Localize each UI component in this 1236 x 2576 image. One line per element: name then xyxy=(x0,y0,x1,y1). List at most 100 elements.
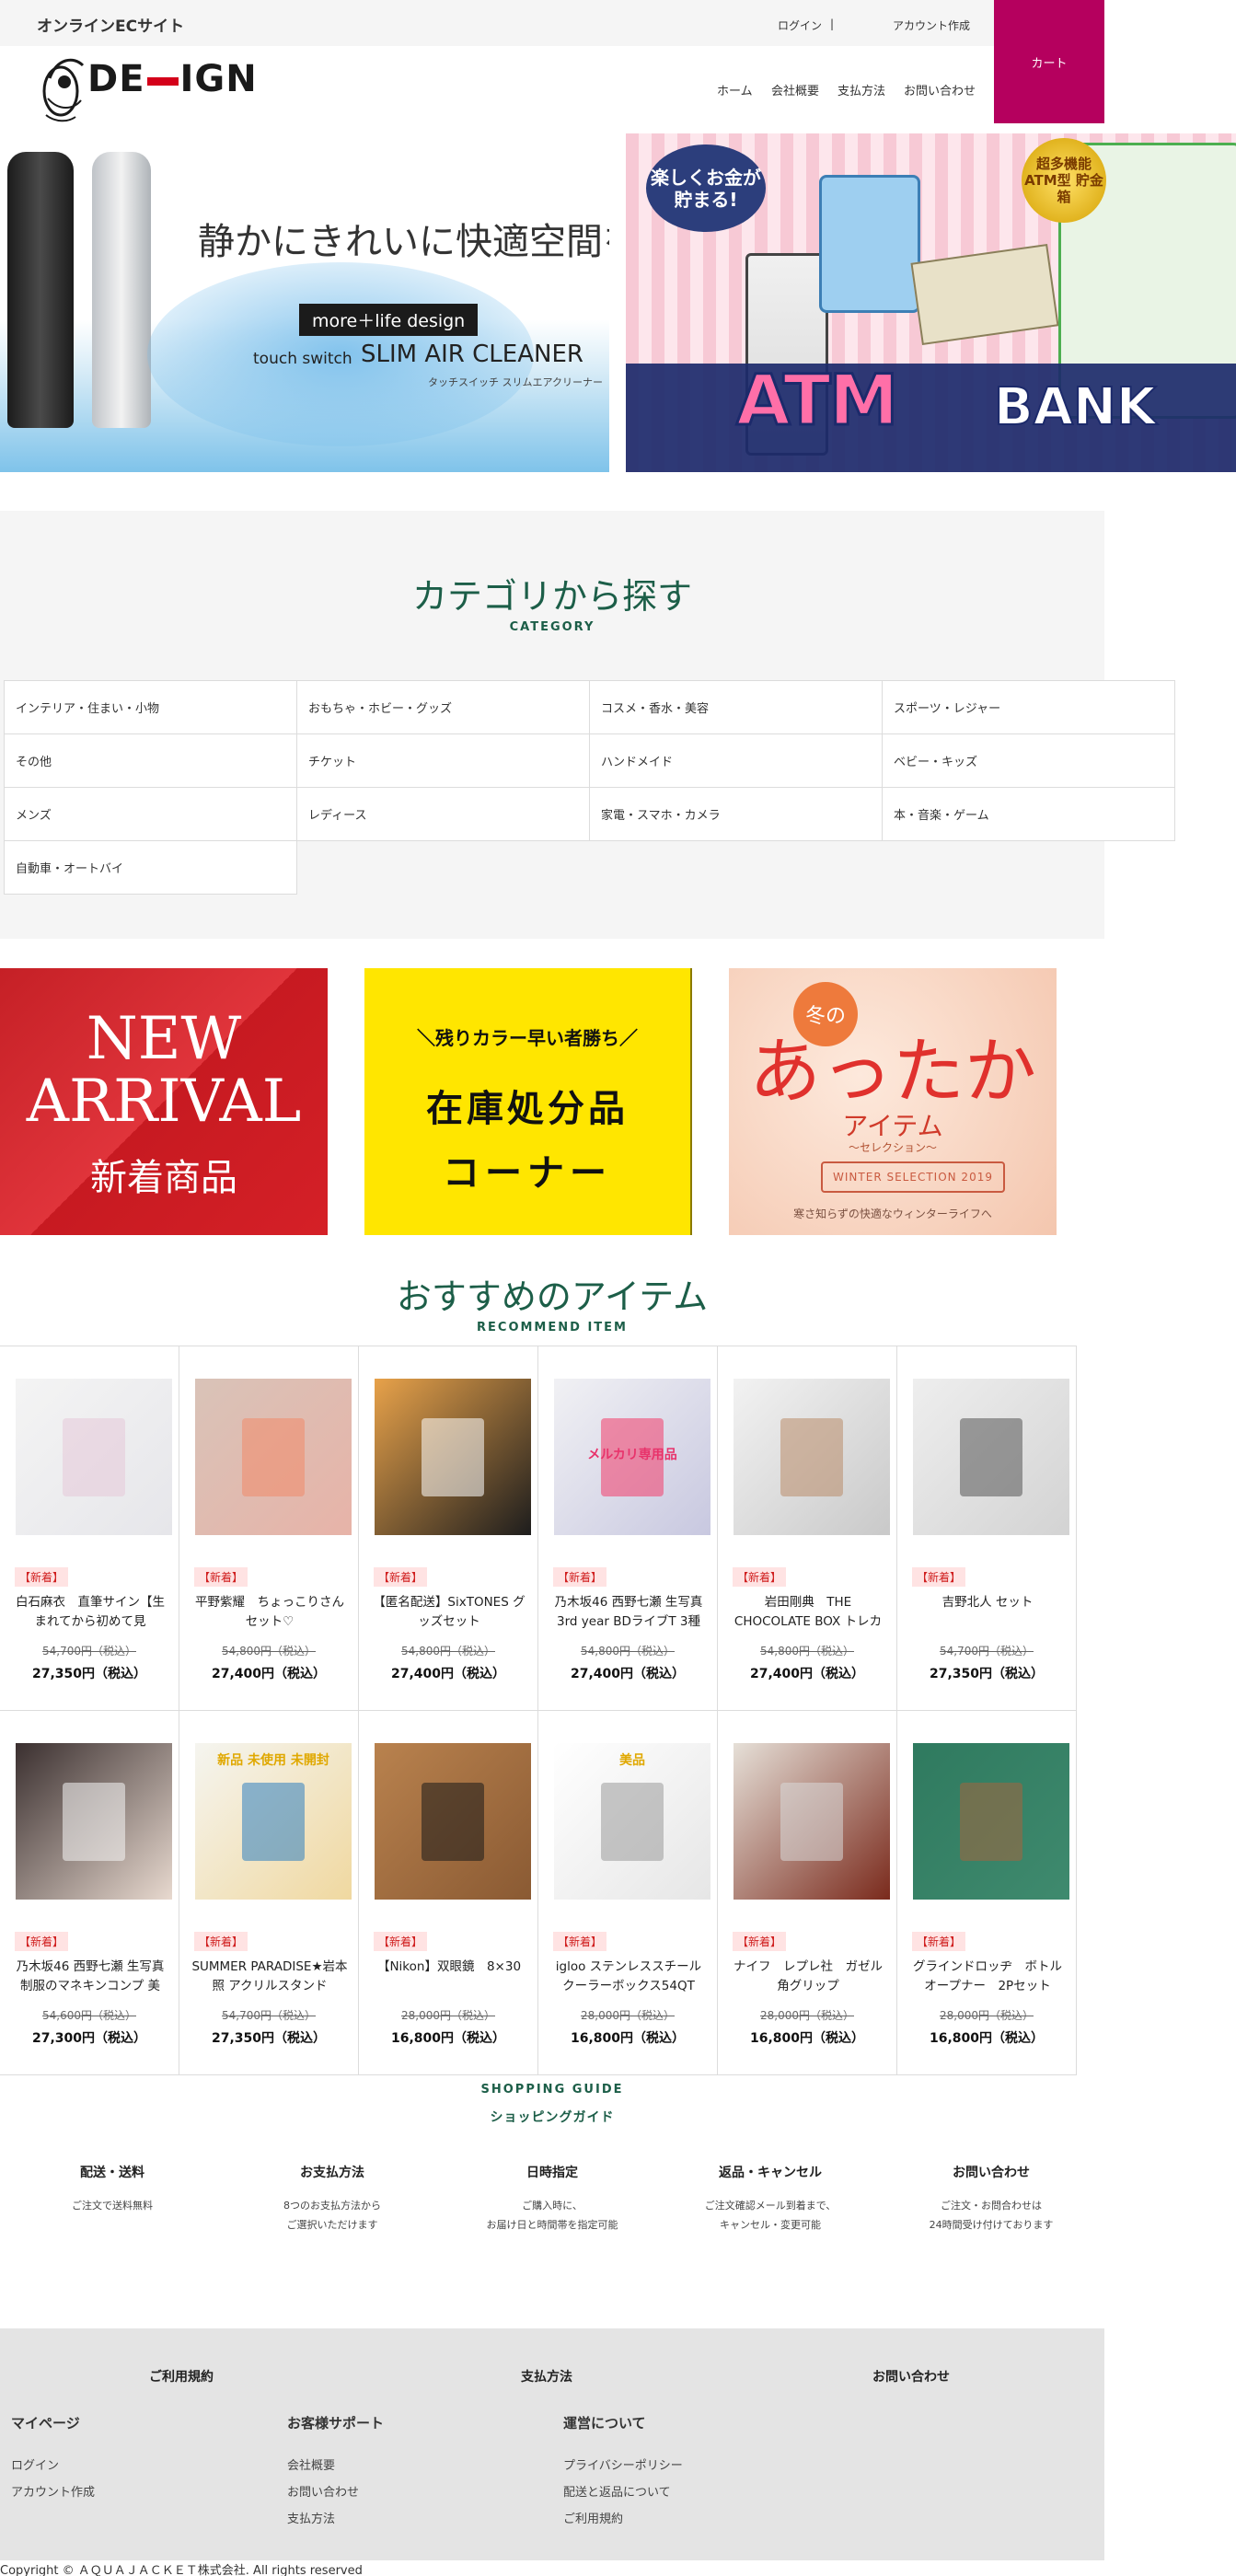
product-name[interactable]: SUMMER PARADISE★岩本照 アクリルスタンド xyxy=(191,1958,349,1996)
nav-contact[interactable]: お問い合わせ xyxy=(904,81,976,98)
product-image[interactable] xyxy=(913,1743,1069,1900)
guide-heading: お支払方法 xyxy=(300,2166,364,2180)
cart-button[interactable]: カート xyxy=(994,0,1104,123)
hero-banner-atm-bank[interactable]: 楽しくお金が貯まる! 超多機能 ATM型 貯金箱 ATM BANK xyxy=(626,133,1236,472)
product-card[interactable]: 【新着】 ナイフ レプレ社 ガゼル角グリップ 28,000円（税込） 16,800円（… xyxy=(717,1710,897,2075)
product-original-price: 28,000円（税込） xyxy=(940,2009,1034,2022)
product-price: 27,350円（税込） xyxy=(929,1667,1045,1681)
new-badge: 【新着】 xyxy=(733,1567,787,1587)
product-card[interactable]: 【新着】 岩田剛典 THE CHOCOLATE BOX トレカ 54,800円（税込… xyxy=(717,1346,897,1711)
product-card[interactable]: 【新着】 白石麻衣 直筆サイン【生まれてから初めて見 54,700円（税込） 27,3… xyxy=(0,1346,179,1711)
nav-home[interactable]: ホーム xyxy=(717,81,753,98)
category-item[interactable]: ベビー・キッズ xyxy=(882,734,1175,788)
product-photo xyxy=(913,1743,1069,1900)
footer-contact-link[interactable]: お問い合わせ xyxy=(872,2367,950,2385)
category-item[interactable]: レディース xyxy=(296,787,590,841)
product-price: 27,300円（税込） xyxy=(31,2031,147,2046)
category-item[interactable]: ハンドメイド xyxy=(589,734,883,788)
product-card[interactable]: 【新着】 【匿名配送】SixTONES グッズセット 54,800円（税込） 27,4… xyxy=(358,1346,538,1711)
product-card[interactable]: 【新着】 平野紫耀 ちょっこりさんセット♡ 54,800円（税込） 27,400円（税… xyxy=(179,1346,359,1711)
product-name[interactable]: 【匿名配送】SixTONES グッズセット xyxy=(370,1593,528,1632)
product-image[interactable] xyxy=(913,1379,1069,1535)
footer-account-link[interactable]: アカウント作成 xyxy=(11,2482,95,2500)
product-photo xyxy=(375,1379,531,1535)
footer-terms-link[interactable]: ご利用規約 xyxy=(149,2367,214,2385)
product-photo: 新品 未使用 未開封 xyxy=(195,1743,352,1900)
recommend-subtitle: RECOMMEND ITEM xyxy=(477,1321,628,1334)
product-name[interactable]: 乃木坂46 西野七瀬 生写真 制服のマネキンコンプ 美 xyxy=(11,1958,169,1996)
product-original-price: 54,800円（税込） xyxy=(222,1645,316,1658)
nav-payment[interactable]: 支払方法 xyxy=(837,81,885,98)
product-card[interactable]: 【新着】 【Nikon】双眼鏡 8×30 28,000円（税込） 16,800円（税込… xyxy=(358,1710,538,2075)
footer-privacy-link[interactable]: プライバシーポリシー xyxy=(563,2455,683,2473)
footer-mypage-heading: マイページ xyxy=(11,2415,80,2432)
product-name[interactable]: グラインドロッヂ ボトルオープナー 2Pセット xyxy=(908,1958,1067,1996)
category-item[interactable]: 本・音楽・ゲーム xyxy=(882,787,1175,841)
product-photo-subject xyxy=(780,1782,843,1861)
product-card[interactable]: 新品 未使用 未開封 【新着】 SUMMER PARADISE★岩本照 アクリルスタ… xyxy=(179,1710,359,2075)
new-badge: 【新着】 xyxy=(15,1567,69,1587)
product-original-price: 28,000円（税込） xyxy=(401,2009,495,2022)
category-item[interactable]: その他 xyxy=(4,734,297,788)
product-name[interactable]: igloo ステンレススチール クーラーボックス54QT xyxy=(549,1958,708,1996)
product-card[interactable]: 【新着】 グラインドロッヂ ボトルオープナー 2Pセット 28,000円（税込） 16… xyxy=(896,1710,1077,2075)
product-photo-subject xyxy=(960,1417,1022,1496)
product-image[interactable] xyxy=(734,1379,890,1535)
category-item[interactable]: スポーツ・レジャー xyxy=(882,680,1175,734)
promo-winter[interactable]: 冬の あったか アイテム 〜セレクション〜 WINTER SELECTION 2… xyxy=(729,968,1057,1235)
product-name[interactable]: 岩田剛典 THE CHOCOLATE BOX トレカ xyxy=(729,1593,887,1632)
category-item[interactable]: 自動車・オートバイ xyxy=(4,840,297,895)
product-image[interactable]: メルカリ専用品 xyxy=(554,1379,710,1535)
category-item[interactable]: 家電・スマホ・カメラ xyxy=(589,787,883,841)
product-image[interactable] xyxy=(16,1743,172,1900)
footer-shipping-returns-link[interactable]: 配送と返品について xyxy=(563,2482,671,2500)
product-card[interactable]: 【新着】 吉野北人 セット 54,700円（税込） 27,350円（税込） xyxy=(896,1346,1077,1711)
footer-terms-of-use-link[interactable]: ご利用規約 xyxy=(563,2509,623,2526)
product-name[interactable]: 平野紫耀 ちょっこりさんセット♡ xyxy=(191,1593,349,1632)
site-logo[interactable]: DE IGN xyxy=(37,51,258,124)
product-original-price: 28,000円（税込） xyxy=(581,2009,675,2022)
category-item[interactable]: インテリア・住まい・小物 xyxy=(4,680,297,734)
category-item[interactable]: メンズ xyxy=(4,787,297,841)
promo-clearance[interactable]: ＼残りカラー早い者勝ち／ 在庫処分品 コーナー xyxy=(364,968,692,1235)
product-name[interactable]: 白石麻衣 直筆サイン【生まれてから初めて見 xyxy=(11,1593,169,1632)
category-item[interactable]: おもちゃ・ホビー・グッズ xyxy=(296,680,590,734)
new-badge: 【新着】 xyxy=(194,1567,248,1587)
new-badge: 【新着】 xyxy=(553,1932,607,1951)
product-image[interactable] xyxy=(195,1379,352,1535)
recommend-heading: おすすめのアイテム RECOMMEND ITEM xyxy=(0,1268,1104,1334)
promo-new-arrival[interactable]: NEW ARRIVAL 新着商品 xyxy=(0,968,328,1235)
product-photo-subject xyxy=(422,1417,484,1496)
hero-banner-air-cleaner[interactable]: 静かにきれいに快適空間を more＋life design touch swit… xyxy=(0,133,609,472)
footer-company-link[interactable]: 会社概要 xyxy=(287,2455,335,2473)
product-image[interactable] xyxy=(375,1743,531,1900)
product-name[interactable]: 乃木坂46 西野七瀬 生写真 3rd year BDライブT 3種 xyxy=(549,1593,708,1632)
category-grid: インテリア・住まい・小物 おもちゃ・ホビー・グッズ コスメ・香水・美容 スポーツ・レジ… xyxy=(4,680,1175,895)
footer-payment-link[interactable]: 支払方法 xyxy=(521,2367,572,2385)
product-image[interactable]: 新品 未使用 未開封 xyxy=(195,1743,352,1900)
create-account-link[interactable]: アカウント作成 xyxy=(893,17,970,33)
footer-inquiry-link[interactable]: お問い合わせ xyxy=(287,2482,359,2500)
product-card[interactable]: 【新着】 乃木坂46 西野七瀬 生写真 制服のマネキンコンプ 美 54,600円（税… xyxy=(0,1710,179,2075)
product-card[interactable]: 美品【新着】 igloo ステンレススチール クーラーボックス54QT 28,000… xyxy=(537,1710,718,2075)
promo-warm-ribbon: WINTER SELECTION 2019 xyxy=(821,1161,1005,1193)
product-card[interactable]: メルカリ専用品 【新着】 乃木坂46 西野七瀬 生写真 3rd year BDライブ… xyxy=(537,1346,718,1711)
product-original-price: 54,800円（税込） xyxy=(401,1645,495,1658)
product-image[interactable] xyxy=(16,1379,172,1535)
login-link[interactable]: ログイン xyxy=(778,17,822,33)
hero-badge: 超多機能 ATM型 貯金箱 xyxy=(1022,138,1106,223)
product-photo-subject xyxy=(601,1782,664,1861)
product-name[interactable]: 吉野北人 セット xyxy=(908,1593,1067,1632)
product-image[interactable] xyxy=(734,1743,890,1900)
footer-payment-method-link[interactable]: 支払方法 xyxy=(287,2509,335,2526)
footer-login-link[interactable]: ログイン xyxy=(11,2455,59,2473)
product-name[interactable]: ナイフ レプレ社 ガゼル角グリップ xyxy=(729,1958,887,1996)
nav-company[interactable]: 会社概要 xyxy=(771,81,819,98)
product-image[interactable] xyxy=(375,1379,531,1535)
product-image[interactable]: 美品 xyxy=(554,1743,710,1900)
product-name[interactable]: 【Nikon】双眼鏡 8×30 xyxy=(370,1958,528,1996)
category-item[interactable]: チケット xyxy=(296,734,590,788)
product-photo-label: メルカリ専用品 xyxy=(587,1448,677,1462)
category-item[interactable]: コスメ・香水・美容 xyxy=(589,680,883,734)
guide-text: ご購入時に、 お届け日と時間帯を指定可能 xyxy=(486,2200,618,2231)
